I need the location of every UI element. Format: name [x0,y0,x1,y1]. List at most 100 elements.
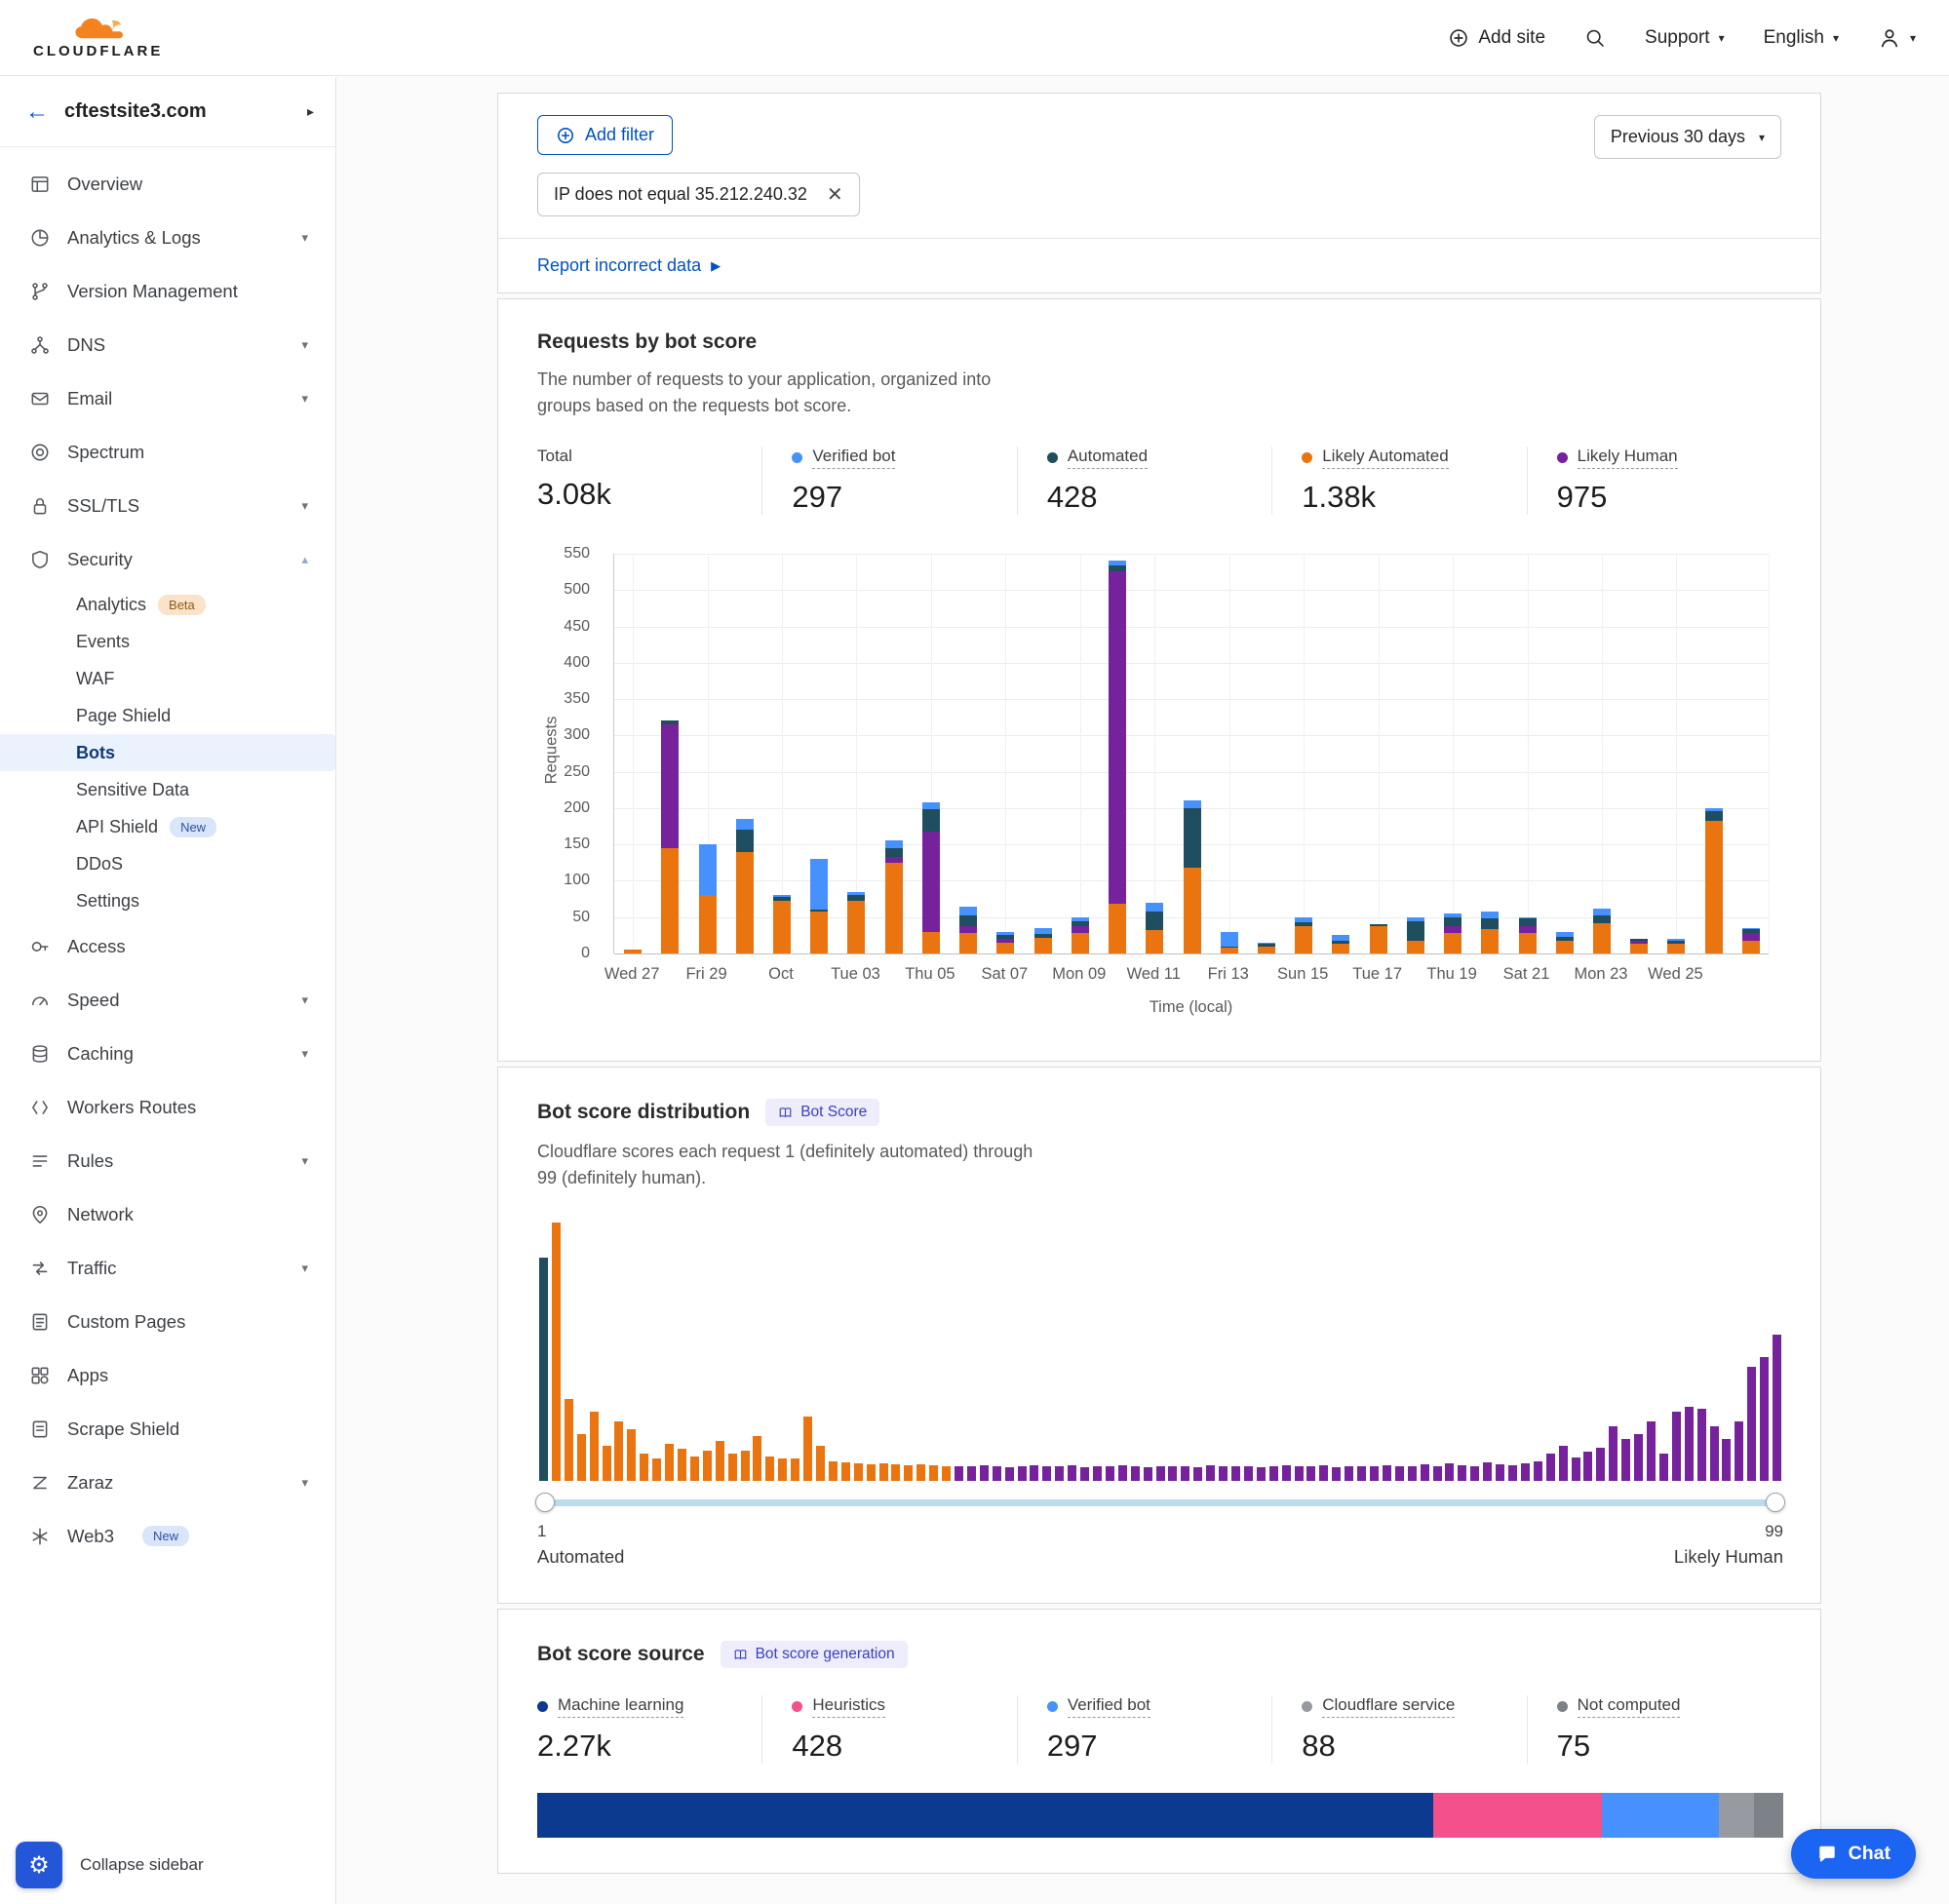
stat-label[interactable]: Verified bot [1068,1695,1150,1718]
sidebar-item-scrape-shield[interactable]: Scrape Shield [0,1402,335,1456]
language-menu[interactable]: English ▾ [1764,27,1839,49]
stat-label[interactable]: Verified bot [812,447,895,469]
bar-automated [810,910,828,912]
sidebar-item-ssl-tls[interactable]: SSL/TLS▾ [0,479,335,532]
stat-total: Total3.08k [537,447,761,515]
main-content: Add filter Previous 30 days ▾ IP does no… [337,77,1949,1904]
legend-dot [792,1701,802,1712]
histogram-bar-likely-human [1068,1465,1076,1481]
sidebar-item-ddos[interactable]: DDoS [0,845,335,882]
sidebar-item-email[interactable]: Email▾ [0,371,335,425]
sidebar-item-label: Traffic [67,1258,116,1279]
sidebar-item-label: Settings [76,891,139,912]
bar-automated [1742,929,1760,933]
sidebar-item-zaraz[interactable]: Zaraz▾ [0,1456,335,1509]
badge-new: New [142,1526,189,1546]
back-arrow-icon[interactable]: ← [25,98,49,126]
bot-score-docs-pill[interactable]: Bot Score [765,1099,879,1126]
sidebar-item-web3[interactable]: Web3New [0,1509,335,1563]
sidebar-item-rules[interactable]: Rules▾ [0,1134,335,1187]
collapse-sidebar-button[interactable]: Collapse sidebar [80,1855,204,1875]
sidebar-item-bots[interactable]: Bots [0,734,335,771]
remove-filter-icon[interactable]: ✕ [821,182,849,207]
support-label: Support [1645,27,1710,49]
sidebar-item-analytics[interactable]: AnalyticsBeta [0,586,335,623]
sidebar-item-security[interactable]: Security▴ [0,532,335,586]
sidebar-item-custom-pages[interactable]: Custom Pages [0,1295,335,1348]
sidebar-item-network[interactable]: Network [0,1187,335,1241]
gridline [614,699,1769,700]
gridline [1229,554,1230,953]
histogram-bar-likely-human [1257,1467,1266,1481]
sidebar-item-dns[interactable]: DNS▾ [0,318,335,371]
sidebar-item-label: DNS [67,334,105,356]
site-chevron-icon[interactable]: ▸ [307,103,314,120]
stat-label[interactable]: Likely Automated [1322,447,1448,469]
histogram-bar-likely-automated [803,1417,812,1481]
sidebar-item-analytics-logs[interactable]: Analytics & Logs▾ [0,211,335,264]
sidebar-item-waf[interactable]: WAF [0,660,335,697]
histogram-bar-likely-human [1747,1367,1756,1481]
sidebar-item-workers-routes[interactable]: Workers Routes [0,1080,335,1134]
sidebar-item-events[interactable]: Events [0,623,335,660]
stat-label[interactable]: Machine learning [558,1695,683,1718]
sidebar-item-traffic[interactable]: Traffic▾ [0,1241,335,1295]
sidebar-item-spectrum[interactable]: Spectrum [0,425,335,479]
add-filter-button[interactable]: Add filter [537,115,673,155]
date-range-label: Previous 30 days [1611,127,1745,147]
histogram-bar-likely-human [1093,1466,1102,1481]
bar-automated [1667,941,1685,944]
stat-value: 297 [1047,1729,1271,1764]
cloudflare-cloud-icon [62,17,135,42]
slider-track[interactable] [537,1499,1783,1506]
sidebar-item-label: Spectrum [67,442,144,463]
bar-verified-bot [1705,808,1723,811]
date-range-select[interactable]: Previous 30 days ▾ [1594,115,1781,159]
sidebar-item-overview[interactable]: Overview [0,157,335,211]
bar-likely-human [1444,926,1462,933]
stat-label[interactable]: Not computed [1578,1695,1681,1718]
source-segment-not-computed [1754,1793,1783,1838]
histogram-bar-likely-automated [603,1446,611,1481]
sidebar-item-version-management[interactable]: Version Management [0,264,335,318]
filter-chip[interactable]: IP does not equal 35.212.240.32 ✕ [537,173,860,216]
sidebar-item-page-shield[interactable]: Page Shield [0,697,335,734]
stat-label[interactable]: Cloudflare service [1322,1695,1455,1718]
chat-button[interactable]: Chat [1791,1829,1916,1879]
report-incorrect-data-link[interactable]: Report incorrect data ▶ [537,255,721,276]
sidebar-item-label: Email [67,388,112,409]
bar-verified-bot [1667,939,1685,941]
stat-label[interactable]: Heuristics [812,1695,885,1718]
sidebar-item-settings[interactable]: Settings [0,882,335,919]
slider-handle-max[interactable] [1766,1493,1785,1512]
cloudflare-logo[interactable]: CLOUDFLARE [33,17,163,59]
sidebar-item-api-shield[interactable]: API ShieldNew [0,808,335,845]
stat-label[interactable]: Automated [1068,447,1148,469]
bot-score-generation-docs-pill[interactable]: Bot score generation [721,1641,908,1668]
histogram-bar-likely-human [1710,1426,1719,1481]
bar-likely-human [922,832,940,932]
add-site-button[interactable]: Add site [1448,27,1545,49]
histogram-bar-likely-human [1508,1465,1517,1481]
sidebar-item-access[interactable]: Access [0,919,335,973]
requests-stats-row: Total3.08kVerified bot297Automated428Lik… [537,447,1781,515]
bar-likely-automated [810,912,828,953]
stat-label[interactable]: Likely Human [1578,447,1678,469]
sidebar-item-label: Sensitive Data [76,780,189,800]
search-button[interactable] [1584,27,1606,49]
histogram-bar-likely-human [1596,1448,1605,1481]
x-axis-title: Time (local) [613,998,1769,1017]
source-segment-machine-learning [537,1793,1433,1838]
sidebar-item-sensitive-data[interactable]: Sensitive Data [0,771,335,808]
site-name[interactable]: cftestsite3.com [64,100,292,123]
add-site-label: Add site [1478,27,1545,49]
sidebar-item-speed[interactable]: Speed▾ [0,973,335,1027]
histogram-bar-likely-human [1433,1466,1442,1481]
support-menu[interactable]: Support ▾ [1645,27,1725,49]
account-menu[interactable]: ▾ [1878,26,1916,50]
sidebar-item-apps[interactable]: Apps [0,1348,335,1402]
settings-fab[interactable]: ⚙ [16,1842,62,1888]
slider-handle-min[interactable] [535,1493,555,1512]
sidebar-item-caching[interactable]: Caching▾ [0,1027,335,1080]
version-management-icon [29,281,51,302]
